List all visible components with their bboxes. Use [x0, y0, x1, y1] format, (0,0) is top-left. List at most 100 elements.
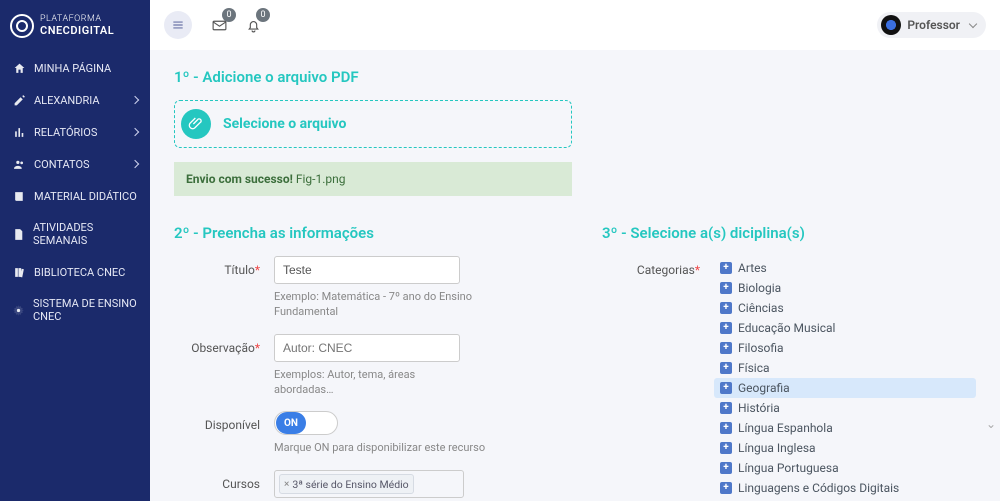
sidebar-item-contatos[interactable]: CONTATOS	[0, 148, 150, 180]
gear-icon	[12, 303, 25, 317]
user-menu[interactable]: Professor	[877, 12, 986, 38]
categories-list: +Artes+Biologia+Ciências+Educação Musica…	[714, 258, 976, 501]
course-tag: × 3ª série do Ensino Médio	[279, 474, 414, 494]
obs-label: Observação*	[174, 334, 274, 362]
expand-icon: +	[720, 342, 732, 354]
course-tag-label: 3ª série do Ensino Médio	[292, 478, 408, 491]
category-item[interactable]: + Língua Espanhola	[714, 418, 976, 438]
upload-success-banner: Envio com sucesso! Fig-1.png	[174, 162, 572, 196]
chevron-right-icon	[131, 160, 139, 168]
category-item[interactable]: + Biologia	[714, 278, 976, 298]
remove-tag-icon[interactable]: ×	[284, 479, 289, 490]
category-label: Ciências	[738, 301, 784, 315]
step3-heading: 3º - Selecione a(s) diciplina(s)	[602, 224, 976, 242]
success-filename: Fig-1.png	[296, 172, 346, 186]
step1-heading: 1º - Adicione o arquivo PDF	[174, 68, 976, 86]
sidebar-item-material-didatico[interactable]: MATERIAL DIDÁTICO	[0, 180, 150, 212]
category-item[interactable]: + História	[714, 398, 976, 418]
book-icon	[12, 189, 26, 203]
scroll-down-indicator: ⌄	[986, 417, 996, 431]
category-label: Língua Portuguesa	[738, 461, 839, 475]
sidebar-item-label: MATERIAL DIDÁTICO	[34, 190, 137, 203]
categories-label: Categorias*	[602, 256, 714, 501]
category-label: Língua Inglesa	[738, 441, 816, 455]
sidebar-item-minha-pagina[interactable]: MINHA PÁGINA	[0, 52, 150, 84]
available-toggle[interactable]: ON	[274, 411, 338, 435]
messages-button[interactable]: 0	[206, 12, 232, 38]
chart-icon	[12, 125, 26, 139]
category-label: Educação Musical	[738, 321, 835, 335]
attach-icon	[181, 109, 211, 139]
expand-icon: +	[720, 482, 732, 494]
notifications-badge: 0	[256, 8, 270, 22]
category-label: Geografia	[738, 381, 790, 395]
cursos-label: Cursos	[174, 470, 274, 498]
category-label: Artes	[738, 261, 767, 275]
sidebar-item-relatorios[interactable]: RELATÓRIOS	[0, 116, 150, 148]
expand-icon: +	[720, 282, 732, 294]
expand-icon: +	[720, 422, 732, 434]
brand-line2: CNECDIGITAL	[40, 25, 114, 37]
expand-icon: +	[720, 302, 732, 314]
users-icon	[12, 157, 26, 171]
sidebar-item-label: ATIVIDADES SEMANAIS	[33, 221, 138, 247]
sidebar-item-label: RELATÓRIOS	[34, 126, 97, 139]
obs-hint: Exemplos: Autor, tema, áreas abordadas…	[274, 368, 474, 398]
category-item[interactable]: + Física	[714, 358, 976, 378]
sidebar: PLATAFORMA CNECDIGITAL MINHA PÁGINA ALEX…	[0, 0, 150, 501]
category-item[interactable]: + Ciências	[714, 298, 976, 318]
sidebar-item-label: MINHA PÁGINA	[34, 62, 111, 75]
topbar: 0 0 Professor	[150, 0, 1000, 50]
category-item[interactable]: + Linguagens e Códigos Digitais	[714, 478, 976, 498]
title-label: Título*	[174, 256, 274, 284]
chevron-right-icon	[131, 128, 139, 136]
messages-badge: 0	[222, 8, 236, 22]
logo-icon	[10, 14, 34, 38]
category-item[interactable]: + Filosofia	[714, 338, 976, 358]
expand-icon: +	[720, 382, 732, 394]
sidebar-item-alexandria[interactable]: ALEXANDRIA	[0, 84, 150, 116]
category-item[interactable]: + Língua Portuguesa	[714, 458, 976, 478]
sidebar-item-atividades-semanais[interactable]: ATIVIDADES SEMANAIS	[0, 212, 150, 256]
category-label: Biologia	[738, 281, 781, 295]
home-icon	[12, 61, 26, 75]
user-name: Professor	[907, 18, 960, 32]
sidebar-item-label: ALEXANDRIA	[34, 94, 100, 107]
sidebar-item-label: BIBLIOTECA CNEC	[34, 266, 125, 279]
expand-icon: +	[720, 462, 732, 474]
brand-logo: PLATAFORMA CNECDIGITAL	[0, 0, 150, 52]
disp-hint: Marque ON para disponibilizar este recur…	[274, 441, 534, 456]
success-prefix: Envio com sucesso!	[186, 172, 296, 186]
category-label: Língua Espanhola	[738, 421, 833, 435]
expand-icon: +	[720, 362, 732, 374]
expand-icon: +	[720, 402, 732, 414]
edit-icon	[12, 93, 26, 107]
category-label: Física	[738, 361, 770, 375]
courses-select[interactable]: × 3ª série do Ensino Médio	[274, 470, 464, 498]
category-label: História	[738, 401, 780, 415]
observation-input[interactable]	[274, 334, 460, 362]
hamburger-icon	[171, 18, 185, 32]
file-upload-label: Selecione o arquivo	[223, 116, 346, 132]
expand-icon: +	[720, 442, 732, 454]
category-item[interactable]: + Língua Inglesa	[714, 438, 976, 458]
sidebar-item-label: CONTATOS	[34, 158, 90, 171]
category-item[interactable]: + Geografia	[714, 378, 976, 398]
category-item[interactable]: + Artes	[714, 258, 976, 278]
step2-heading: 2º - Preencha as informações	[174, 224, 572, 242]
title-input[interactable]	[274, 256, 460, 284]
main-content: 1º - Adicione o arquivo PDF Selecione o …	[150, 50, 1000, 501]
category-label: Linguagens e Códigos Digitais	[738, 481, 899, 495]
category-label: Filosofia	[738, 341, 784, 355]
sidebar-item-sistema-ensino[interactable]: SISTEMA DE ENSINO CNEC	[0, 288, 150, 332]
notifications-button[interactable]: 0	[240, 12, 266, 38]
avatar	[881, 15, 901, 35]
title-hint: Exemplo: Matemática - 7º ano do Ensino F…	[274, 290, 474, 320]
expand-icon: +	[720, 262, 732, 274]
category-item[interactable]: +Educação Musical	[714, 318, 976, 338]
switch-on-label: ON	[276, 412, 306, 434]
menu-toggle-button[interactable]	[164, 11, 192, 39]
sidebar-item-biblioteca-cnec[interactable]: BIBLIOTECA CNEC	[0, 256, 150, 288]
chevron-right-icon	[131, 96, 139, 104]
file-upload-box[interactable]: Selecione o arquivo	[174, 100, 572, 148]
